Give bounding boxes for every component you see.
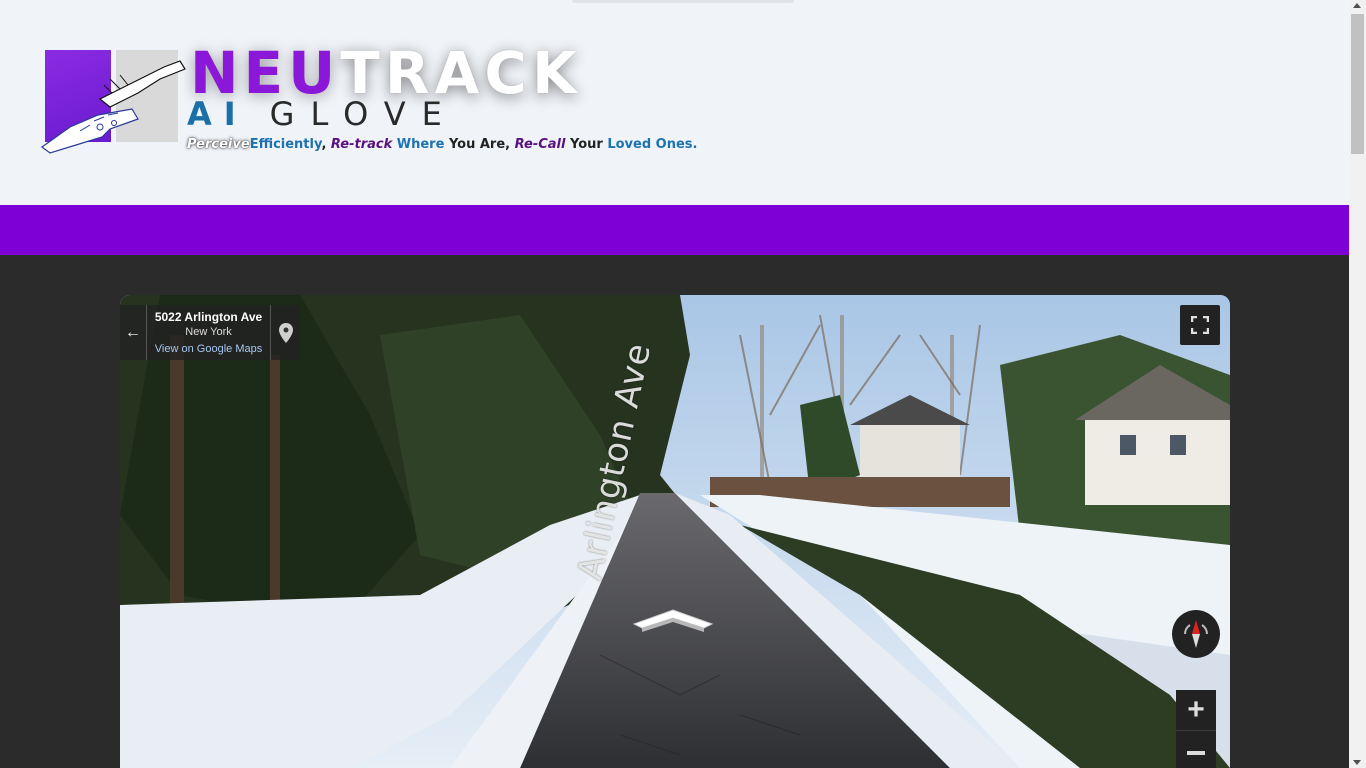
compass-icon bbox=[1184, 620, 1208, 648]
hand-glove-icon bbox=[40, 60, 186, 154]
address-city: New York bbox=[185, 326, 232, 338]
main-nav-bar bbox=[0, 205, 1349, 255]
tagline-where: Where bbox=[392, 137, 449, 152]
top-tab-indicator bbox=[572, 0, 794, 3]
street-view-panorama[interactable] bbox=[120, 295, 1230, 768]
tagline-comma: , bbox=[321, 137, 331, 152]
fullscreen-button[interactable] bbox=[1180, 305, 1220, 345]
address-card: ← 5022 Arlington Ave New York View on Go… bbox=[120, 305, 300, 360]
address-info: 5022 Arlington Ave New York View on Goog… bbox=[147, 305, 270, 360]
tagline-your: Your bbox=[565, 137, 608, 152]
logo-tagline: PerceiveEfficiently, Re-track Where You … bbox=[187, 137, 697, 152]
fullscreen-icon bbox=[1191, 316, 1209, 334]
scroll-up-arrow-icon[interactable] bbox=[1353, 3, 1361, 8]
map-pin-icon[interactable] bbox=[270, 305, 300, 360]
logo-subtitle: AI GLOVE bbox=[187, 95, 458, 133]
tagline-comma: , bbox=[505, 137, 515, 152]
minus-icon bbox=[1187, 750, 1205, 755]
back-arrow-icon[interactable]: ← bbox=[120, 305, 147, 360]
tagline-you-are: You Are bbox=[448, 137, 506, 152]
logo-subtitle-glove: GLOVE bbox=[269, 95, 458, 133]
compass-button[interactable] bbox=[1172, 610, 1220, 658]
tagline-efficiently: Efficiently bbox=[249, 137, 322, 152]
tagline-loved-ones: Loved Ones. bbox=[607, 137, 698, 152]
view-on-google-maps-link[interactable]: View on Google Maps bbox=[147, 343, 270, 355]
site-header: NEUTRACK AI GLOVE PerceiveEfficiently, Re… bbox=[0, 0, 1349, 205]
zoom-in-button[interactable]: + bbox=[1176, 690, 1216, 731]
street-view-image[interactable] bbox=[120, 295, 1230, 768]
page: NEUTRACK AI GLOVE PerceiveEfficiently, Re… bbox=[0, 0, 1349, 768]
plus-icon: + bbox=[1187, 693, 1205, 726]
address-line: 5022 Arlington Ave bbox=[154, 310, 263, 324]
scroll-down-arrow-icon[interactable] bbox=[1353, 760, 1361, 765]
tagline-recall: Re-Call bbox=[514, 137, 566, 152]
site-logo[interactable]: NEUTRACK AI GLOVE PerceiveEfficiently, Re… bbox=[40, 39, 720, 160]
tagline-retrack: Re-track bbox=[330, 137, 393, 152]
tagline-perceive: Perceive bbox=[187, 137, 250, 152]
logo-subtitle-ai: AI bbox=[187, 95, 248, 133]
scrollbar-thumb[interactable] bbox=[1351, 14, 1364, 154]
chevron-up-icon[interactable] bbox=[632, 606, 714, 636]
zoom-out-button[interactable] bbox=[1176, 731, 1216, 768]
